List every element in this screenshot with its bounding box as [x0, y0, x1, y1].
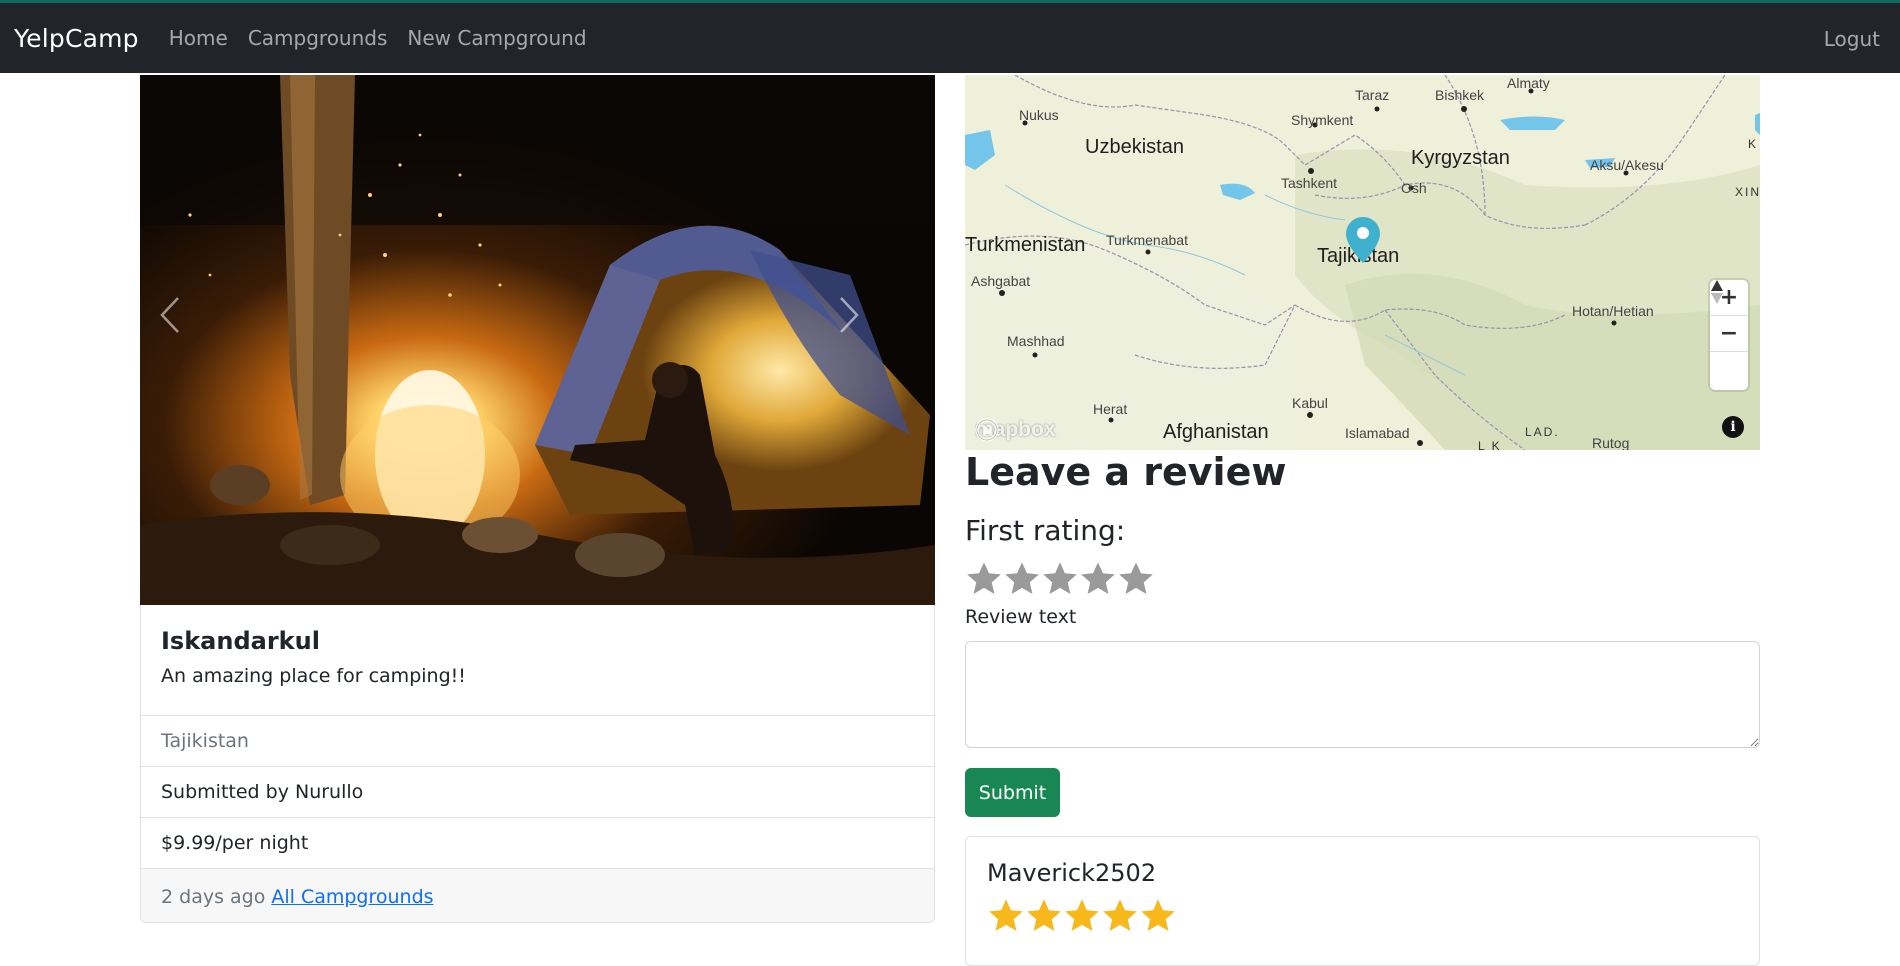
- map-label-osh: Osh: [1401, 180, 1427, 196]
- map-label-herat: Herat: [1093, 401, 1128, 417]
- nav-campgrounds[interactable]: Campgrounds: [248, 26, 388, 50]
- card-body: Iskandarkul An amazing place for camping…: [141, 605, 934, 716]
- campground-map[interactable]: Uzbekistan Kyrgyzstan Turkmenistan Tajik…: [965, 75, 1760, 450]
- carousel-prev-button[interactable]: [158, 295, 238, 395]
- attribution-info-button[interactable]: i: [1722, 416, 1744, 438]
- review-card: Maverick2502: [965, 836, 1760, 966]
- campground-card: Iskandarkul An amazing place for camping…: [140, 605, 935, 923]
- submit-review-button[interactable]: Submit: [965, 768, 1060, 817]
- rating-legend: First rating:: [965, 514, 1126, 547]
- review-text-input[interactable]: [965, 641, 1760, 748]
- review-author: Maverick2502: [987, 859, 1157, 887]
- campground-title: Iskandarkul: [161, 627, 320, 655]
- campfire-tent-photo: [140, 75, 935, 605]
- map-label-lad: LAD.: [1525, 425, 1560, 439]
- review-star-icon: [1103, 899, 1137, 932]
- map-label-tashkent: Tashkent: [1281, 175, 1338, 191]
- review-star-icon: [1141, 899, 1175, 932]
- map-label-afghanistan: Afghanistan: [1163, 421, 1269, 443]
- map-label-aksu: Aksu/Akesu: [1590, 157, 1664, 173]
- rating-star-5-icon[interactable]: [1117, 560, 1155, 598]
- review-star-icon: [989, 899, 1023, 932]
- campground-author: Submitted by Nurullo: [141, 767, 934, 818]
- map-label-hotan: Hotan/Hetian: [1572, 303, 1654, 319]
- all-campgrounds-link[interactable]: All Campgrounds: [271, 886, 433, 908]
- map-label-mashhad: Mashhad: [1007, 333, 1065, 349]
- map-label-bishkek: Bishkek: [1435, 87, 1485, 103]
- rating-star-4-icon[interactable]: [1079, 560, 1117, 598]
- rating-stars-input: [965, 560, 1155, 598]
- map-label-taraz: Taraz: [1355, 87, 1390, 103]
- nav-new-campground[interactable]: New Campground: [407, 26, 586, 50]
- campground-location: Tajikistan: [141, 716, 934, 767]
- carousel-next-button[interactable]: [837, 295, 917, 395]
- nav-home[interactable]: Home: [169, 26, 228, 50]
- map-label-turkmenistan: Turkmenistan: [965, 234, 1086, 256]
- rating-star-2-icon[interactable]: [1003, 560, 1041, 598]
- map-label-k: K: [1748, 137, 1759, 151]
- posted-time: 2 days ago: [161, 885, 266, 908]
- map-label-nukus: Nukus: [1019, 107, 1059, 123]
- campground-image-carousel[interactable]: [140, 75, 935, 605]
- chevron-right-icon: [840, 297, 859, 333]
- rating-star-1-icon[interactable]: [965, 560, 1003, 598]
- review-rating-stars: [987, 897, 1177, 935]
- brand-logo[interactable]: YelpCamp: [14, 24, 139, 53]
- map-label-xin: XIN: [1735, 185, 1760, 199]
- campground-price: $9.99/per night: [141, 818, 934, 869]
- zoom-out-button[interactable]: −: [1710, 316, 1748, 352]
- map-label-ashgabat: Ashgabat: [971, 273, 1031, 289]
- map-marker-icon[interactable]: [1346, 217, 1380, 263]
- map-label-uzbekistan: Uzbekistan: [1085, 136, 1184, 158]
- map-label-kabul: Kabul: [1292, 395, 1328, 411]
- map-label-almaty: Almaty: [1507, 75, 1550, 91]
- map-label-kyrgyzstan: Kyrgyzstan: [1411, 147, 1510, 169]
- mapbox-icon: [975, 418, 999, 442]
- rating-star-3-icon[interactable]: [1041, 560, 1079, 598]
- card-footer: 2 days ago All Campgrounds: [141, 869, 934, 922]
- review-text-label: Review text: [965, 606, 1077, 628]
- map-label-turkmenabat: Turkmenabat: [1106, 232, 1188, 248]
- map-label-shymkent: Shymkent: [1291, 112, 1354, 128]
- review-form-heading: Leave a review: [965, 450, 1287, 494]
- navbar: YelpCamp Home Campgrounds New Campground…: [0, 0, 1900, 73]
- map-label-islamabad: Islamabad: [1345, 425, 1410, 441]
- map-label-rutog: Rutog: [1592, 435, 1630, 450]
- map-label-lk: L K: [1478, 439, 1502, 450]
- map-navigation-control: + −: [1710, 280, 1748, 390]
- reset-north-button[interactable]: [1710, 280, 1748, 388]
- review-star-icon: [1027, 899, 1061, 932]
- review-star-icon: [1065, 899, 1099, 932]
- compass-icon: [1711, 280, 1723, 304]
- nav-logout[interactable]: Logut: [1824, 27, 1880, 51]
- campground-description: An amazing place for camping!!: [161, 665, 466, 687]
- chevron-left-icon: [160, 297, 179, 333]
- mapbox-logo[interactable]: mapbox: [975, 418, 1056, 442]
